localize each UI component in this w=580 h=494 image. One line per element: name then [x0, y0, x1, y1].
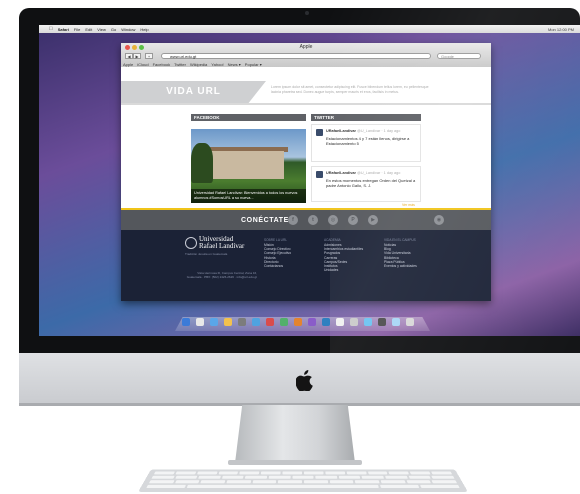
dock-app-icon[interactable] — [252, 318, 260, 326]
bookmark-item[interactable]: Yahoo! — [211, 62, 223, 67]
menu-item[interactable]: File — [74, 27, 80, 32]
footer-column-header: SOBRE LA URL — [264, 238, 288, 242]
bookmark-item[interactable]: Apple — [123, 62, 133, 67]
dock-app-icon[interactable] — [294, 318, 302, 326]
dock-app-icon[interactable] — [266, 318, 274, 326]
dock-app-icon[interactable] — [210, 318, 218, 326]
photo-caption: Universidad Rafael Landívar: Bienvenidos… — [191, 189, 306, 203]
bookmark-item[interactable]: News ▾ — [228, 62, 241, 67]
menu-item[interactable]: Window — [121, 27, 135, 32]
facebook-icon[interactable]: f — [288, 215, 298, 225]
bookmark-item[interactable]: Wikipedia — [190, 62, 207, 67]
page-title: VIDA URL — [166, 86, 221, 97]
dock-app-icon[interactable] — [224, 318, 232, 326]
dock-app-icon[interactable] — [280, 318, 288, 326]
bezel-reflection — [330, 8, 580, 353]
facebook-post-photo[interactable]: Universidad Rafael Landívar: Bienvenidos… — [191, 129, 306, 203]
twitter-icon[interactable]: t — [308, 215, 318, 225]
bookmark-item[interactable]: Facebook — [153, 62, 171, 67]
dock-app-icon[interactable] — [196, 318, 204, 326]
avatar — [316, 171, 323, 178]
menu-item[interactable]: Edit — [85, 27, 92, 32]
footer-address: Vista Hermosa III, Campus Central, Zona … — [186, 271, 257, 279]
avatar — [316, 129, 323, 136]
dock-app-icon[interactable] — [238, 318, 246, 326]
dock-app-icon[interactable] — [322, 318, 330, 326]
camera-icon — [305, 11, 309, 15]
apple-logo-icon — [296, 370, 313, 391]
facebook-header: FACEBOOK — [191, 114, 306, 121]
share-button[interactable]: + — [145, 53, 153, 59]
footer-column: SOBRE LA URL Misión Consejo Directivo Co… — [264, 238, 316, 268]
connect-label: CONÉCTATE — [241, 217, 289, 224]
university-seal-icon — [185, 237, 197, 249]
menu-item[interactable]: Safari — [58, 27, 69, 32]
menu-item[interactable]: View — [97, 27, 106, 32]
photo-building — [209, 151, 284, 179]
bookmark-item[interactable]: Popular ▾ — [245, 62, 262, 67]
dock-app-icon[interactable] — [182, 318, 190, 326]
back-button[interactable]: ◀ — [125, 53, 133, 59]
menu-item[interactable]: Help — [140, 27, 148, 32]
bookmark-item[interactable]: Twitter — [174, 62, 186, 67]
dock-app-icon[interactable] — [308, 318, 316, 326]
monitor-stand — [235, 405, 355, 463]
logo-line: Rafael Landívar — [199, 242, 245, 250]
university-logo[interactable]: Universidad Rafael Landívar — [199, 236, 244, 250]
footer-link[interactable]: Contáctanos — [264, 264, 316, 268]
logo-tagline: Tradición Jesuita en Guatemala — [185, 252, 228, 256]
keyboard — [138, 469, 468, 492]
stand-base — [228, 460, 362, 465]
bookmark-item[interactable]: iCloud — [137, 62, 148, 67]
menu-item[interactable]: Go — [111, 27, 116, 32]
photo-tree — [191, 143, 213, 183]
forward-button[interactable]: ▶ — [133, 53, 141, 59]
apple-menu-icon[interactable]:  — [49, 26, 53, 32]
